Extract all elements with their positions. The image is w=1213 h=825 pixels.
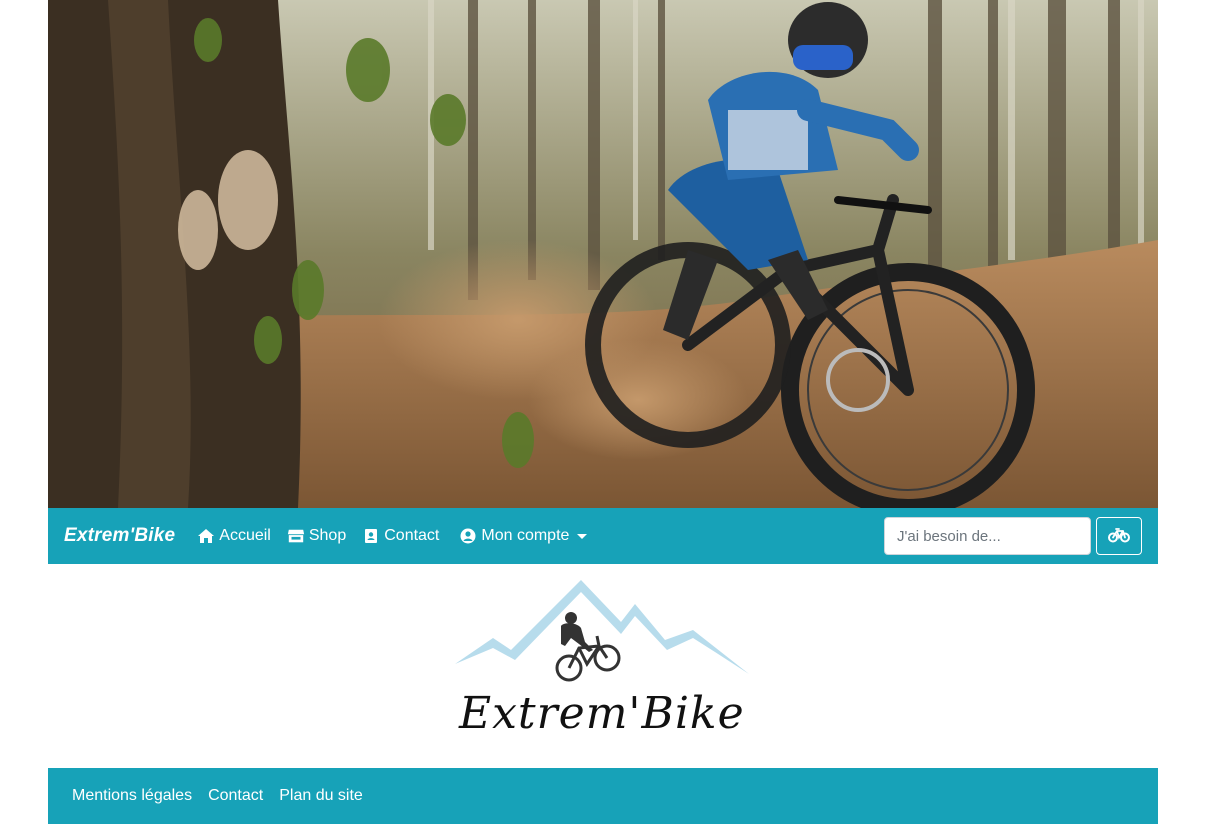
footer-link-contact[interactable]: Contact — [208, 787, 263, 805]
mountain-bike-logo-icon — [455, 580, 749, 682]
hero-banner — [48, 0, 1158, 508]
footer-bar: Mentions légales Contact Plan du site — [48, 768, 1158, 824]
nav-item-label: Mon compte — [481, 527, 570, 544]
nav-item-accueil[interactable]: Accueil — [197, 527, 271, 545]
site-logo: Extrem'Bike — [453, 576, 753, 756]
nav-item-label: Shop — [308, 527, 347, 544]
hero-image — [48, 0, 1158, 508]
footer-link-mentions-legales[interactable]: Mentions légales — [72, 787, 192, 805]
nav-item-shop[interactable]: Shop — [287, 527, 346, 545]
footer-link-plan-du-site[interactable]: Plan du site — [279, 787, 363, 805]
search-input[interactable] — [884, 517, 1091, 555]
nav-item-label: Contact — [384, 527, 440, 544]
main-navbar: Extrem'Bike Accueil Shop Contact Mon com… — [48, 508, 1158, 564]
bicycle-icon — [1108, 527, 1130, 546]
user-circle-icon — [459, 528, 477, 544]
nav-item-label: Accueil — [219, 527, 271, 544]
nav-item-mon-compte[interactable]: Mon compte — [459, 527, 588, 545]
navbar-brand[interactable]: Extrem'Bike — [64, 525, 175, 547]
nav-item-contact[interactable]: Contact — [362, 527, 439, 545]
logo-text: Extrem'Bike — [459, 688, 745, 739]
logo-section: Extrem'Bike — [48, 564, 1158, 768]
search-button[interactable] — [1096, 517, 1142, 555]
store-icon — [287, 528, 305, 544]
contact-book-icon — [362, 528, 380, 544]
chevron-down-icon — [577, 533, 588, 539]
home-icon — [197, 528, 215, 544]
